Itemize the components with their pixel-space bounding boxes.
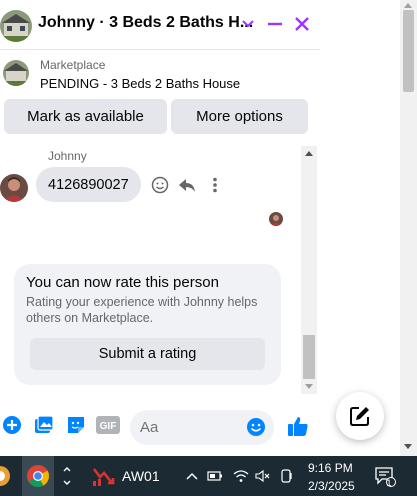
react-emoji-icon[interactable] bbox=[150, 175, 170, 195]
new-message-button[interactable] bbox=[336, 392, 384, 440]
emoji-icon[interactable] bbox=[246, 417, 266, 437]
chat-header: Johnny · 3 Beds 2 Baths H... bbox=[0, 0, 320, 50]
reply-icon[interactable] bbox=[177, 175, 197, 195]
message-composer: GIF bbox=[0, 402, 320, 452]
volume-muted-icon[interactable] bbox=[254, 456, 272, 496]
thumbs-up-icon[interactable] bbox=[286, 414, 310, 438]
message-bubble[interactable]: 4126890027 bbox=[36, 167, 141, 202]
chat-title[interactable]: Johnny · 3 Beds 2 Baths H... bbox=[38, 14, 253, 32]
listing-thumbnail-small bbox=[3, 60, 29, 86]
stock-ticker-icon[interactable] bbox=[90, 456, 118, 496]
plus-icon[interactable] bbox=[1, 414, 23, 436]
display-icon[interactable] bbox=[278, 456, 296, 496]
chevron-down-icon[interactable] bbox=[236, 12, 260, 36]
chrome-taskbar-icon[interactable] bbox=[22, 456, 54, 496]
mark-available-button[interactable]: Mark as available bbox=[4, 99, 167, 134]
chat-window: Johnny · 3 Beds 2 Baths H... Marketplace… bbox=[0, 0, 320, 456]
show-hidden-icons-chevron-icon[interactable] bbox=[60, 456, 74, 496]
compose-icon bbox=[350, 407, 369, 426]
battery-icon[interactable] bbox=[206, 456, 224, 496]
gif-icon[interactable]: GIF bbox=[96, 414, 120, 436]
page-scroll-down-icon[interactable] bbox=[404, 444, 412, 449]
more-options-button[interactable]: More options bbox=[171, 99, 308, 134]
chat-scrollbar-thumb[interactable] bbox=[303, 335, 315, 379]
notifications-icon[interactable] bbox=[370, 456, 400, 496]
clock-date[interactable]: 2/3/2025 bbox=[308, 479, 355, 493]
page-scroll-up-icon[interactable] bbox=[404, 3, 412, 8]
taskbar-app-icon[interactable] bbox=[0, 456, 14, 496]
clock-time[interactable]: 9:16 PM bbox=[308, 461, 353, 475]
photo-icon[interactable] bbox=[33, 414, 55, 436]
read-receipt-avatar bbox=[269, 212, 283, 226]
submit-rating-button[interactable]: Submit a rating bbox=[30, 338, 265, 370]
rate-title: You can now rate this person bbox=[26, 274, 219, 291]
sender-name: Johnny bbox=[48, 149, 87, 163]
listing-thumbnail[interactable] bbox=[0, 10, 32, 42]
marketplace-listing[interactable]: Marketplace PENDING - 3 Beds 2 Baths Hou… bbox=[0, 56, 320, 96]
listing-status: PENDING - 3 Beds 2 Baths House bbox=[40, 76, 241, 91]
close-icon[interactable] bbox=[290, 12, 314, 36]
chevron-up-icon[interactable] bbox=[184, 456, 200, 496]
rate-person-card: You can now rate this person Rating your… bbox=[14, 264, 281, 385]
stock-ticker-label[interactable]: AW01 bbox=[122, 456, 162, 496]
minimize-icon[interactable] bbox=[263, 12, 287, 36]
scroll-down-arrow-icon[interactable] bbox=[305, 384, 313, 389]
wifi-icon[interactable] bbox=[232, 456, 250, 496]
page-scrollbar-thumb[interactable] bbox=[403, 10, 414, 92]
marketplace-label: Marketplace bbox=[40, 58, 106, 72]
scroll-up-arrow-icon[interactable] bbox=[305, 151, 313, 156]
sticker-icon[interactable] bbox=[65, 414, 87, 436]
rate-description: Rating your experience with Johnny helps… bbox=[26, 295, 258, 325]
avatar[interactable] bbox=[0, 174, 28, 202]
more-vertical-icon[interactable] bbox=[205, 175, 225, 195]
taskbar: AW01 9:16 PM 2/3/2025 1 bbox=[0, 456, 417, 496]
message-thread[interactable]: Johnny 4126890027 You can now rate this … bbox=[0, 146, 320, 396]
notification-count-badge: 1 bbox=[386, 478, 392, 488]
gif-label: GIF bbox=[100, 421, 117, 432]
